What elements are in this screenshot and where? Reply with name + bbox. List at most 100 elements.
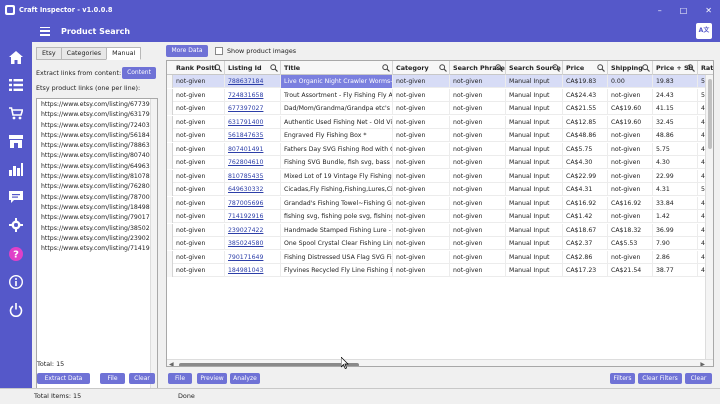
file-links-button[interactable]: File [100, 373, 125, 384]
tab-etsy[interactable]: Etsy [36, 47, 62, 60]
table-horizontal-scrollbar[interactable]: ◀ ▶ [167, 359, 713, 366]
table-row[interactable]: not-given 790171649 Fishing Distressed USA… [167, 250, 713, 264]
analyze-button[interactable]: Analyze [230, 373, 260, 384]
cell-shipping: CA$19.60 [608, 115, 653, 129]
translate-icon[interactable]: A文 [696, 23, 712, 39]
table-row[interactable]: not-given 762804610 Fishing SVG Bundle, fi… [167, 156, 713, 170]
search-icon[interactable] [495, 64, 503, 72]
cell-listing-id[interactable]: 561847635 [225, 129, 281, 142]
clear-button[interactable]: Clear [685, 373, 712, 384]
preview-button[interactable]: Preview [197, 373, 227, 384]
file-button[interactable]: File [168, 373, 192, 384]
search-icon[interactable] [552, 64, 560, 72]
minimize-icon[interactable]: – [658, 6, 662, 15]
info-icon[interactable] [8, 274, 24, 290]
cell-category: not-given [393, 156, 450, 169]
more-data-button[interactable]: More Data [166, 45, 208, 57]
column-header-shipping[interactable]: Shipping [608, 61, 653, 75]
cell-price-shipping: 32.45 [653, 115, 698, 129]
cell-shipping: not-given [608, 183, 653, 196]
search-icon[interactable] [214, 64, 222, 72]
content-button[interactable]: Content [122, 67, 156, 79]
close-icon[interactable]: ✕ [705, 6, 712, 15]
filters-button[interactable]: Filters [610, 373, 635, 384]
cell-listing-id[interactable]: 184981043 [225, 264, 281, 277]
table-row[interactable]: not-given 649630332 Cicadas,Fly Fishing,Fi… [167, 183, 713, 197]
table-row[interactable]: not-given 561847635 Engraved Fly Fishing B… [167, 129, 713, 143]
search-icon[interactable] [270, 64, 278, 72]
column-header-title[interactable]: Title [281, 61, 393, 75]
links-textarea[interactable]: https://www.etsy.com/listing/6773970 http… [36, 98, 158, 396]
cell-listing-id[interactable]: 787005696 [225, 196, 281, 210]
table-row[interactable]: not-given 184981043 Flyvines Recycled Fly … [167, 264, 713, 278]
home-icon[interactable] [8, 49, 24, 65]
table-row[interactable]: not-given 724831658 Trout Assortment - Fly… [167, 88, 713, 102]
column-header-category[interactable]: Category [393, 61, 450, 75]
settings-icon[interactable] [8, 217, 24, 233]
column-header-search-phrase[interactable]: Search Phrase [450, 61, 506, 75]
cell-price: CA$17.23 [563, 264, 608, 277]
clear-filters-button[interactable]: Clear Filters [638, 373, 682, 384]
power-icon[interactable] [8, 302, 24, 318]
cell-listing-id[interactable]: 762804610 [225, 156, 281, 169]
links-vertical-scrollbar[interactable] [150, 99, 157, 395]
cell-listing-id[interactable]: 807401491 [225, 142, 281, 156]
cell-listing-id[interactable]: 649630332 [225, 183, 281, 196]
table-vertical-scrollbar[interactable] [705, 75, 713, 359]
cell-listing-id[interactable]: 385024580 [225, 237, 281, 250]
cell-listing-id[interactable]: 788637184 [225, 75, 281, 88]
show-images-checkbox[interactable] [215, 47, 223, 55]
hamburger-menu-icon[interactable] [40, 26, 50, 36]
table-row[interactable]: not-given 631791400 Authentic Used Fishing… [167, 115, 713, 129]
cell-shipping: not-given [608, 210, 653, 223]
window-title: Craft Inspector - v1.0.0.8 [19, 6, 113, 14]
search-icon[interactable] [597, 64, 605, 72]
table-row[interactable]: not-given 787005696 Grandad's Fishing Towe… [167, 196, 713, 210]
link-line: https://www.etsy.com/listing/7141929 [41, 245, 157, 253]
column-header-label: Title [284, 64, 301, 72]
cell-listing-id[interactable]: 631791400 [225, 115, 281, 129]
help-icon[interactable]: ? [8, 246, 24, 262]
search-icon[interactable] [687, 64, 695, 72]
store-icon[interactable] [8, 133, 24, 149]
table-row[interactable]: not-given 677397027 Dad/Mom/Grandma/Grandp… [167, 102, 713, 116]
table-row[interactable]: not-given 788637184 Live Organic Night Cra… [167, 75, 713, 89]
cell-listing-id[interactable]: 810785435 [225, 169, 281, 183]
column-header-rank-position[interactable]: Rank Positi [173, 61, 225, 75]
cell-category: not-given [393, 169, 450, 183]
list-icon[interactable] [8, 77, 24, 93]
cell-listing-id[interactable]: 677397027 [225, 102, 281, 115]
extract-data-button[interactable]: Extract Data [37, 373, 90, 384]
cart-icon[interactable] [8, 105, 24, 121]
cell-search-source: Manual Input [506, 156, 563, 169]
maximize-icon[interactable]: □ [680, 6, 688, 15]
column-header-listing-id[interactable]: Listing Id [225, 61, 281, 75]
table-row[interactable]: not-given 714192916 fishing svg, fishing p… [167, 210, 713, 224]
cell-shipping: not-given [608, 88, 653, 102]
clear-links-button[interactable]: Clear [129, 373, 155, 384]
link-line: https://www.etsy.com/listing/7901716 [41, 214, 157, 222]
cell-price: CA$16.92 [563, 196, 608, 210]
cell-listing-id[interactable]: 239027422 [225, 223, 281, 237]
column-header-price-shipping[interactable]: Price + Sh [653, 61, 698, 75]
search-icon[interactable] [642, 64, 650, 72]
tab-categories[interactable]: Categories [60, 47, 108, 60]
search-icon[interactable] [439, 64, 447, 72]
chat-icon[interactable] [8, 189, 24, 205]
cell-listing-id[interactable]: 790171649 [225, 250, 281, 264]
tab-manual[interactable]: Manual [106, 47, 142, 60]
table-row[interactable]: not-given 239027422 Handmade Stamped Fishi… [167, 223, 713, 237]
chart-icon[interactable] [8, 161, 24, 177]
cell-listing-id[interactable]: 724831658 [225, 88, 281, 102]
column-header-search-source[interactable]: Search Source [506, 61, 563, 75]
table-row[interactable]: not-given 385024580 One Spool Crystal Clea… [167, 237, 713, 251]
cell-search-phrase: not-given [450, 183, 506, 196]
cell-listing-id[interactable]: 714192916 [225, 210, 281, 223]
table-scroll-thumb[interactable] [179, 363, 359, 366]
column-header-rating[interactable]: Rati [698, 61, 713, 75]
column-header-price[interactable]: Price [563, 61, 608, 75]
table-row[interactable]: not-given 810785435 Mixed Lot of 19 Vintag… [167, 169, 713, 183]
search-icon[interactable] [382, 64, 390, 72]
cell-price-shipping: 1.42 [653, 210, 698, 223]
table-row[interactable]: not-given 807401491 Fathers Day SVG Fishin… [167, 142, 713, 156]
